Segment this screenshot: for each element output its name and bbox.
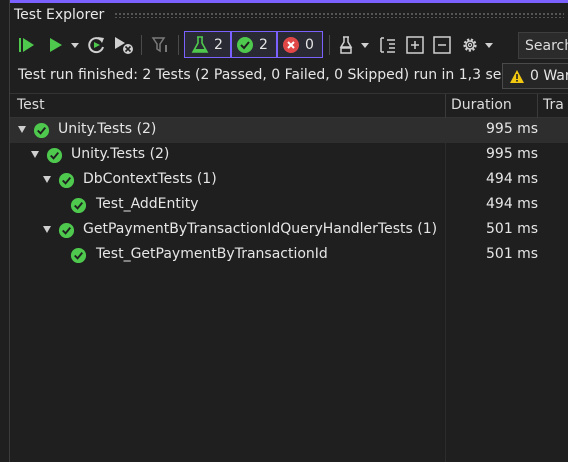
expand-arrow-icon[interactable] bbox=[43, 176, 51, 183]
test-duration: 501 ms bbox=[486, 221, 539, 237]
expand-all-button[interactable] bbox=[403, 33, 427, 57]
expand-arrow-icon[interactable] bbox=[18, 126, 26, 133]
failed-icon bbox=[283, 36, 299, 53]
run-dropdown-button[interactable] bbox=[68, 33, 82, 57]
warning-icon bbox=[510, 69, 524, 83]
passed-count: 2 bbox=[259, 36, 268, 53]
settings-dropdown-button[interactable] bbox=[483, 33, 495, 57]
tree-row[interactable]: Test_AddEntity 494 ms bbox=[10, 193, 568, 218]
cancel-run-icon bbox=[115, 37, 133, 54]
playlist-button[interactable] bbox=[335, 33, 359, 57]
collapse-all-icon bbox=[433, 36, 451, 54]
test-name: DbContextTests (1) bbox=[83, 171, 217, 187]
total-count: 2 bbox=[214, 36, 223, 53]
toolbar: 2 2 0 bbox=[10, 30, 568, 60]
chevron-down-icon bbox=[485, 43, 493, 48]
tree-row[interactable]: Unity.Tests (2) 995 ms bbox=[10, 143, 568, 168]
column-header-traits[interactable]: Tra bbox=[543, 97, 564, 113]
test-duration: 995 ms bbox=[486, 121, 539, 137]
tree-row[interactable]: DbContextTests (1) 494 ms bbox=[10, 168, 568, 193]
expand-arrow-icon[interactable] bbox=[31, 151, 39, 158]
test-name: Test_GetPaymentByTransactionId bbox=[96, 246, 328, 262]
group-by-button[interactable] bbox=[376, 33, 400, 57]
test-duration: 501 ms bbox=[486, 246, 539, 262]
playlist-icon bbox=[339, 36, 353, 54]
run-all-button[interactable] bbox=[14, 33, 40, 57]
test-name: Test_AddEntity bbox=[96, 196, 199, 212]
filter-button[interactable] bbox=[147, 33, 173, 57]
tree-row[interactable]: GetPaymentByTransactionIdQueryHandlerTes… bbox=[10, 218, 568, 243]
grid-header: Test Duration Tra bbox=[10, 93, 568, 118]
group-by-icon bbox=[380, 37, 395, 53]
repeat-last-run-button[interactable] bbox=[84, 33, 110, 57]
passed-icon bbox=[33, 122, 50, 139]
settings-button[interactable] bbox=[458, 33, 482, 57]
run-button[interactable] bbox=[42, 33, 68, 57]
passed-icon bbox=[46, 147, 63, 164]
toolbar-separator bbox=[141, 35, 142, 55]
cancel-run-button[interactable] bbox=[111, 33, 137, 57]
toolbar-separator bbox=[329, 35, 330, 55]
run-summary: Test run finished: 2 Tests (2 Passed, 0 … bbox=[18, 67, 510, 83]
column-header-test[interactable]: Test bbox=[17, 97, 45, 113]
chevron-down-icon bbox=[361, 43, 369, 48]
total-tests-filter[interactable]: 2 bbox=[184, 31, 231, 58]
test-name: Unity.Tests (2) bbox=[71, 146, 170, 162]
collapse-all-button[interactable] bbox=[430, 33, 454, 57]
run-all-icon bbox=[19, 38, 34, 52]
warnings-button[interactable]: 0 Warn bbox=[502, 63, 568, 89]
column-header-duration[interactable]: Duration bbox=[451, 97, 512, 113]
expand-all-icon bbox=[406, 36, 424, 54]
playlist-dropdown-button[interactable] bbox=[359, 33, 371, 57]
panel-title: Test Explorer bbox=[14, 7, 105, 23]
test-duration: 995 ms bbox=[486, 146, 539, 162]
toolbar-separator bbox=[178, 35, 179, 55]
passed-icon bbox=[58, 172, 75, 189]
flask-icon bbox=[191, 35, 209, 53]
chevron-down-icon bbox=[71, 43, 79, 48]
title-grip[interactable] bbox=[114, 12, 564, 18]
filter-icon bbox=[151, 37, 167, 53]
test-duration: 494 ms bbox=[486, 196, 539, 212]
passed-icon bbox=[237, 36, 253, 53]
column-divider[interactable] bbox=[445, 94, 446, 118]
failed-tests-filter[interactable]: 0 bbox=[277, 31, 323, 58]
failed-count: 0 bbox=[305, 36, 314, 53]
title-bar[interactable]: Test Explorer bbox=[10, 3, 568, 27]
passed-tests-filter[interactable]: 2 bbox=[231, 31, 277, 58]
tree-row[interactable]: Test_GetPaymentByTransactionId 501 ms bbox=[10, 243, 568, 268]
gear-icon bbox=[463, 38, 477, 52]
test-name: Unity.Tests (2) bbox=[58, 121, 157, 137]
column-divider[interactable] bbox=[537, 94, 538, 118]
passed-icon bbox=[70, 197, 87, 214]
expand-arrow-icon[interactable] bbox=[43, 226, 51, 233]
tree-row[interactable]: Unity.Tests (2) 995 ms bbox=[10, 118, 568, 143]
repeat-last-run-icon bbox=[88, 37, 104, 54]
test-name: GetPaymentByTransactionIdQueryHandlerTes… bbox=[83, 221, 438, 237]
passed-icon bbox=[70, 247, 87, 264]
test-duration: 494 ms bbox=[486, 171, 539, 187]
warnings-label: 0 Warn bbox=[530, 68, 568, 84]
search-input[interactable] bbox=[518, 32, 568, 59]
status-bar: Test run finished: 2 Tests (2 Passed, 0 … bbox=[10, 62, 568, 90]
run-icon bbox=[50, 38, 62, 52]
test-tree: Unity.Tests (2) 995 ms Unity.Tests (2) 9… bbox=[10, 118, 568, 462]
passed-icon bbox=[58, 222, 75, 239]
